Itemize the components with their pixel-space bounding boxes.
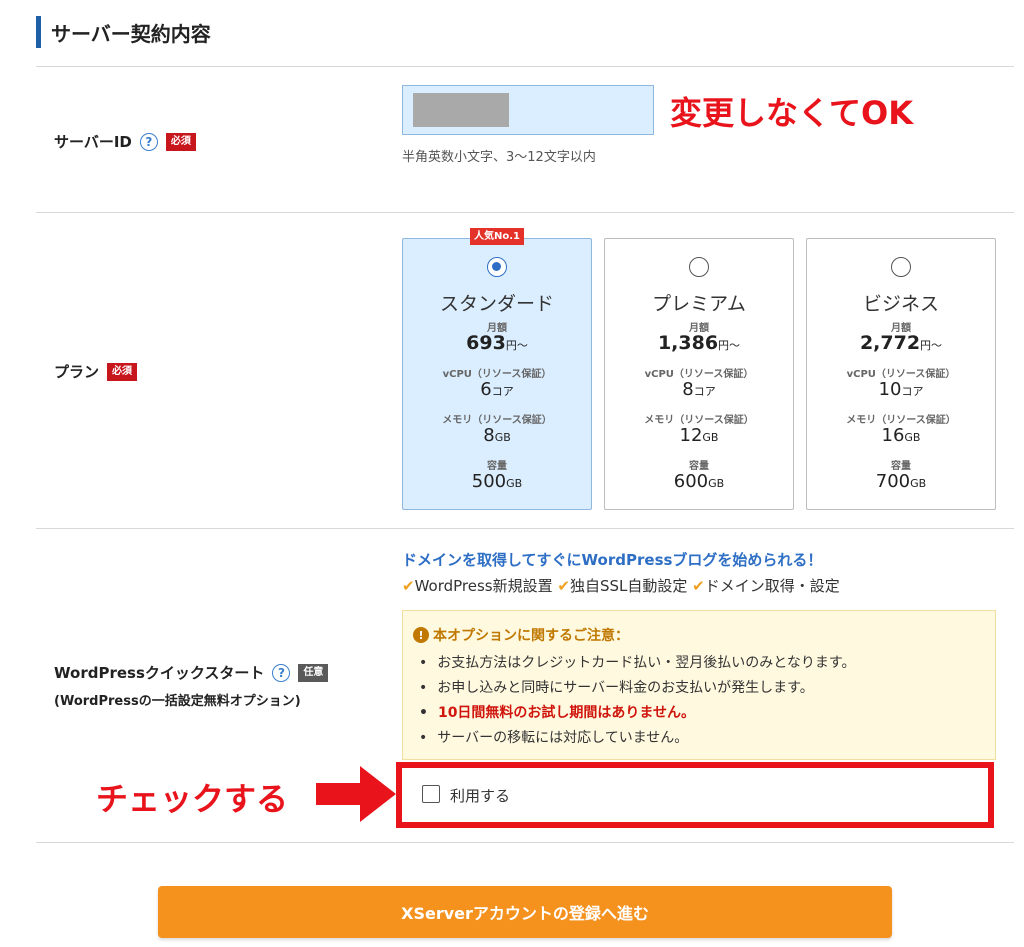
notice-item: サーバーの移転には対応していません。 — [419, 726, 855, 751]
redacted-value — [413, 93, 509, 127]
disk-value: 500GB — [471, 471, 523, 492]
section-title: サーバー契約内容 — [51, 21, 211, 46]
check-icon: ✔ — [402, 577, 415, 595]
memory-label: メモリ（リソース保証） — [846, 415, 956, 426]
disk-label: 容量 — [689, 461, 709, 472]
cpu-label: vCPU（リソース保証） — [644, 369, 754, 380]
required-badge: 必須 — [107, 362, 138, 381]
wp-label-group: WordPressクイックスタート ? 任意 — [54, 662, 329, 683]
notice-title-group: ! 本オプションに関するご注意： — [413, 625, 629, 645]
disk-label: 容量 — [891, 461, 911, 472]
annotation-check: チェックする — [96, 780, 289, 818]
notice-item: お申し込みと同時にサーバー料金のお支払いが発生します。 — [419, 676, 855, 701]
memory-label: メモリ（リソース保証） — [442, 415, 552, 426]
cpu-value: 6コア — [480, 379, 514, 400]
arrow-right-icon — [316, 766, 396, 822]
wp-quickstart-label: WordPressクイックスタート — [54, 664, 265, 682]
memory-value: 12GB — [679, 425, 719, 446]
help-icon[interactable]: ? — [139, 132, 158, 151]
divider — [36, 842, 1014, 843]
divider — [36, 212, 1014, 213]
notice-item-warning: 10日間無料のお試し期間はありません。 — [419, 701, 855, 726]
plan-name: ビジネス — [862, 293, 939, 315]
plan-card-standard[interactable]: スタンダード 月額 693円～ vCPU（リソース保証） 6コア メモリ（リソー… — [402, 238, 592, 510]
memory-value: 8GB — [483, 425, 511, 446]
exclamation-icon: ! — [413, 627, 429, 643]
wp-feature-list: ✔WordPress新規設置 ✔独自SSL自動設定 ✔ドメイン取得・設定 — [402, 577, 840, 595]
plan-name: スタンダード — [439, 293, 554, 315]
use-checkbox-label[interactable]: 利用する — [450, 785, 510, 806]
plan-price: 1,386円～ — [657, 332, 741, 354]
plan-price: 693円～ — [466, 332, 528, 354]
check-icon: ✔ — [557, 577, 570, 595]
plan-card-premium[interactable]: プレミアム 月額 1,386円～ vCPU（リソース保証） 8コア メモリ（リソ… — [604, 238, 794, 510]
plan-radio-business[interactable] — [891, 257, 911, 277]
use-checkbox[interactable] — [422, 785, 440, 803]
popular-badge: 人気No.1 — [470, 228, 524, 245]
plan-label: プラン — [54, 363, 100, 381]
help-icon[interactable]: ? — [272, 663, 291, 682]
cpu-label: vCPU（リソース保証） — [846, 369, 956, 380]
check-icon: ✔ — [692, 577, 705, 595]
cpu-label: vCPU（リソース保証） — [442, 369, 552, 380]
plan-price: 2,772円～ — [859, 332, 943, 354]
notice-box: ! 本オプションに関するご注意： お支払方法はクレジットカード払い・翌月後払いの… — [402, 610, 996, 760]
notice-title: 本オプションに関するご注意： — [433, 628, 629, 644]
server-id-input[interactable] — [402, 85, 654, 135]
disk-label: 容量 — [487, 461, 507, 472]
proceed-to-registration-button[interactable]: XServerアカウントの登録へ進む — [158, 886, 892, 938]
checkbox-highlight-frame: 利用する — [396, 762, 994, 828]
cpu-value: 8コア — [682, 379, 716, 400]
section-accent-bar — [36, 16, 41, 48]
server-id-label-group: サーバーID ? 必須 — [54, 131, 196, 152]
notice-item: お支払方法はクレジットカード払い・翌月後払いのみとなります。 — [419, 651, 855, 676]
memory-value: 16GB — [881, 425, 921, 446]
plan-name: プレミアム — [652, 293, 746, 315]
server-id-label: サーバーID — [54, 133, 132, 151]
optional-badge: 任意 — [298, 663, 329, 682]
divider — [36, 66, 1014, 67]
required-badge: 必須 — [165, 132, 196, 151]
wp-quickstart-sublabel: (WordPressの一括設定無料オプション) — [54, 694, 301, 709]
cpu-value: 10コア — [878, 379, 924, 400]
notice-list: お支払方法はクレジットカード払い・翌月後払いのみとなります。 お申し込みと同時に… — [419, 651, 855, 751]
plan-radio-premium[interactable] — [689, 257, 709, 277]
section-header: サーバー契約内容 — [36, 16, 211, 48]
plan-radio-standard[interactable] — [487, 257, 507, 277]
wp-headline: ドメインを取得してすぐにWordPressブログを始められる！ — [402, 551, 823, 569]
plan-card-business[interactable]: ビジネス 月額 2,772円～ vCPU（リソース保証） 10コア メモリ（リソ… — [806, 238, 996, 510]
disk-value: 700GB — [875, 471, 927, 492]
server-id-hint: 半角英数小文字、3～12文字以内 — [402, 150, 596, 165]
annotation-no-change: 変更しなくてOK — [670, 94, 914, 132]
disk-value: 600GB — [673, 471, 725, 492]
plan-label-group: プラン 必須 — [54, 361, 138, 382]
memory-label: メモリ（リソース保証） — [644, 415, 754, 426]
divider — [36, 528, 1014, 529]
